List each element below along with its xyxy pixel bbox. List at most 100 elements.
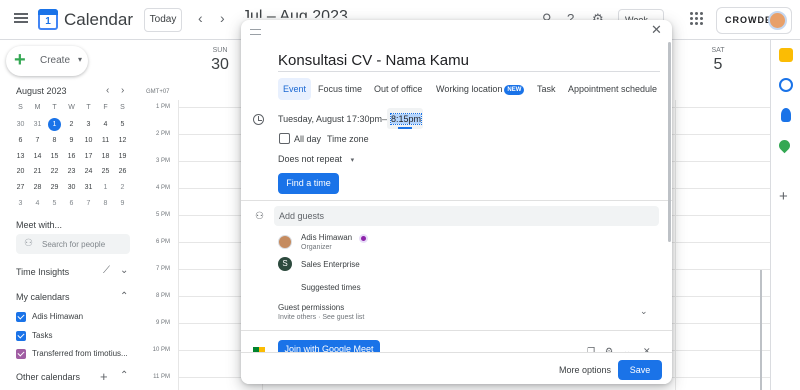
mini-calendar-day[interactable]: 23 (63, 164, 80, 180)
section-divider (241, 200, 672, 201)
get-addons-icon[interactable]: + (779, 188, 788, 205)
today-button[interactable]: Today (144, 8, 182, 32)
mini-calendar-day[interactable]: 9 (63, 133, 80, 149)
mini-calendar-day[interactable]: 13 (12, 149, 29, 165)
close-icon[interactable]: ✕ (651, 22, 662, 38)
create-button[interactable]: + Create ▾ (6, 46, 88, 76)
mini-calendar-day[interactable]: 17 (80, 149, 97, 165)
mini-calendar-day[interactable]: 18 (97, 149, 114, 165)
contacts-icon[interactable] (781, 108, 791, 122)
checkbox-icon[interactable] (16, 312, 26, 322)
tab-focus-time[interactable]: Focus time (318, 78, 362, 100)
guest-permissions-heading[interactable]: Guest permissions (278, 303, 344, 312)
mini-calendar-day[interactable]: 1 (97, 180, 114, 196)
my-calendars-heading[interactable]: My calendars (16, 292, 70, 302)
tab-appointment-schedule[interactable]: Appointment schedule (568, 78, 657, 100)
mini-calendar-day[interactable]: 2 (114, 180, 131, 196)
main-menu-icon[interactable] (14, 13, 28, 23)
mini-calendar-day[interactable]: 24 (80, 164, 97, 180)
mini-calendar-day[interactable]: 20 (12, 164, 29, 180)
chevron-down-icon[interactable]: ⌄ (640, 306, 648, 317)
mini-calendar-day[interactable]: 3 (80, 117, 97, 133)
day-number: 5 (713, 56, 723, 73)
time-insights-heading[interactable]: Time Insights (16, 267, 69, 277)
other-calendars-heading[interactable]: Other calendars (16, 372, 80, 382)
tab-working-location[interactable]: Working location NEW (436, 78, 525, 100)
checkbox-icon[interactable] (16, 349, 26, 359)
tab-task[interactable]: Task (537, 78, 556, 100)
grid-scrollbar[interactable] (760, 270, 762, 390)
next-week-icon[interactable]: › (220, 10, 225, 26)
mini-calendar-day[interactable]: 31 (29, 117, 46, 133)
mini-calendar-day[interactable]: 29 (46, 180, 63, 196)
suggested-times-link[interactable]: Suggested times (301, 283, 361, 292)
end-time-input[interactable]: 8:15pm (387, 108, 423, 129)
mini-calendar-day[interactable]: 31 (80, 180, 97, 196)
search-people-input[interactable]: ⚇ Search for people (16, 234, 130, 254)
previous-week-icon[interactable]: ‹ (198, 10, 203, 26)
drag-handle-icon[interactable] (250, 29, 261, 35)
account-switcher[interactable]: CROWDE (716, 7, 792, 34)
mini-calendar-day[interactable]: 6 (12, 133, 29, 149)
mini-calendar-day[interactable]: 6 (63, 196, 80, 212)
checkbox-icon[interactable] (16, 331, 26, 341)
mini-prev-icon[interactable]: ‹ (106, 85, 109, 96)
mini-calendar-day[interactable]: 2 (63, 117, 80, 133)
dialog-scrollbar[interactable] (668, 42, 671, 242)
insights-trend-icon[interactable]: ⟋ (103, 265, 110, 276)
add-guests-input[interactable]: Add guests (274, 206, 659, 226)
day-header-sun[interactable]: SUN 30 (205, 47, 235, 74)
mini-calendar-day[interactable]: 30 (63, 180, 80, 196)
mini-calendar-day[interactable]: 27 (12, 180, 29, 196)
mini-calendar-day[interactable]: 5 (114, 117, 131, 133)
mini-calendar-day[interactable]: 12 (114, 133, 131, 149)
mini-calendar-day[interactable]: 22 (46, 164, 63, 180)
mini-calendar-day[interactable]: 14 (29, 149, 46, 165)
event-title-input[interactable]: Konsultasi CV - Nama Kamu (278, 52, 660, 72)
more-options-button[interactable]: More options (559, 365, 611, 375)
mini-calendar-day[interactable]: 8 (97, 196, 114, 212)
guest-name[interactable]: Sales Enterprise (301, 260, 360, 269)
mini-calendar-day[interactable]: 19 (114, 149, 131, 165)
mini-calendar-day[interactable]: 4 (29, 196, 46, 212)
mini-calendar-day[interactable]: 8 (46, 133, 63, 149)
apps-grid-icon[interactable] (690, 12, 704, 26)
mini-calendar-day[interactable]: 3 (12, 196, 29, 212)
mini-calendar-today[interactable]: 1 (46, 117, 63, 133)
mini-calendar-day[interactable]: 21 (29, 164, 46, 180)
mini-calendar-day[interactable]: 25 (97, 164, 114, 180)
tab-out-of-office[interactable]: Out of office (374, 78, 422, 100)
mini-calendar-day[interactable]: 16 (63, 149, 80, 165)
mini-calendar-day[interactable]: 5 (46, 196, 63, 212)
mini-calendar-day[interactable]: 11 (97, 133, 114, 149)
chevron-up-icon[interactable]: ⌃ (120, 291, 128, 302)
mini-calendar-day[interactable]: 7 (29, 133, 46, 149)
mini-calendar-day[interactable]: 7 (80, 196, 97, 212)
tasks-icon[interactable] (779, 78, 793, 92)
guest-name[interactable]: Adis Himawan (301, 233, 352, 242)
tab-event[interactable]: Event (278, 78, 312, 100)
all-day-checkbox[interactable] (279, 133, 290, 144)
hour-label: 9 PM (155, 320, 170, 326)
repeat-select[interactable]: Does not repeat ▾ (278, 154, 354, 164)
start-time[interactable]: 7:30pm (352, 114, 382, 124)
mini-next-icon[interactable]: › (121, 85, 124, 96)
mini-calendar-day[interactable]: 4 (97, 117, 114, 133)
mini-calendar-day[interactable]: 28 (29, 180, 46, 196)
maps-icon[interactable] (776, 137, 793, 154)
day-header-sat[interactable]: SAT 5 (703, 47, 733, 74)
time-zone-link[interactable]: Time zone (327, 134, 369, 144)
save-button[interactable]: Save (618, 360, 662, 380)
event-date[interactable]: Tuesday, August 1 (278, 114, 352, 124)
mini-calendar-day[interactable]: 10 (80, 133, 97, 149)
mini-calendar-day[interactable]: 26 (114, 164, 131, 180)
mini-calendar-day[interactable]: 30 (12, 117, 29, 133)
mini-calendar-day[interactable]: 9 (114, 196, 131, 212)
hour-label: 11 PM (153, 374, 170, 380)
chevron-down-icon[interactable]: ⌄ (120, 265, 128, 276)
chevron-up-icon[interactable]: ⌃ (120, 370, 128, 381)
add-calendar-icon[interactable]: + (100, 369, 108, 384)
mini-calendar-day[interactable]: 15 (46, 149, 63, 165)
keep-icon[interactable] (779, 48, 793, 62)
find-a-time-button[interactable]: Find a time (278, 173, 339, 194)
